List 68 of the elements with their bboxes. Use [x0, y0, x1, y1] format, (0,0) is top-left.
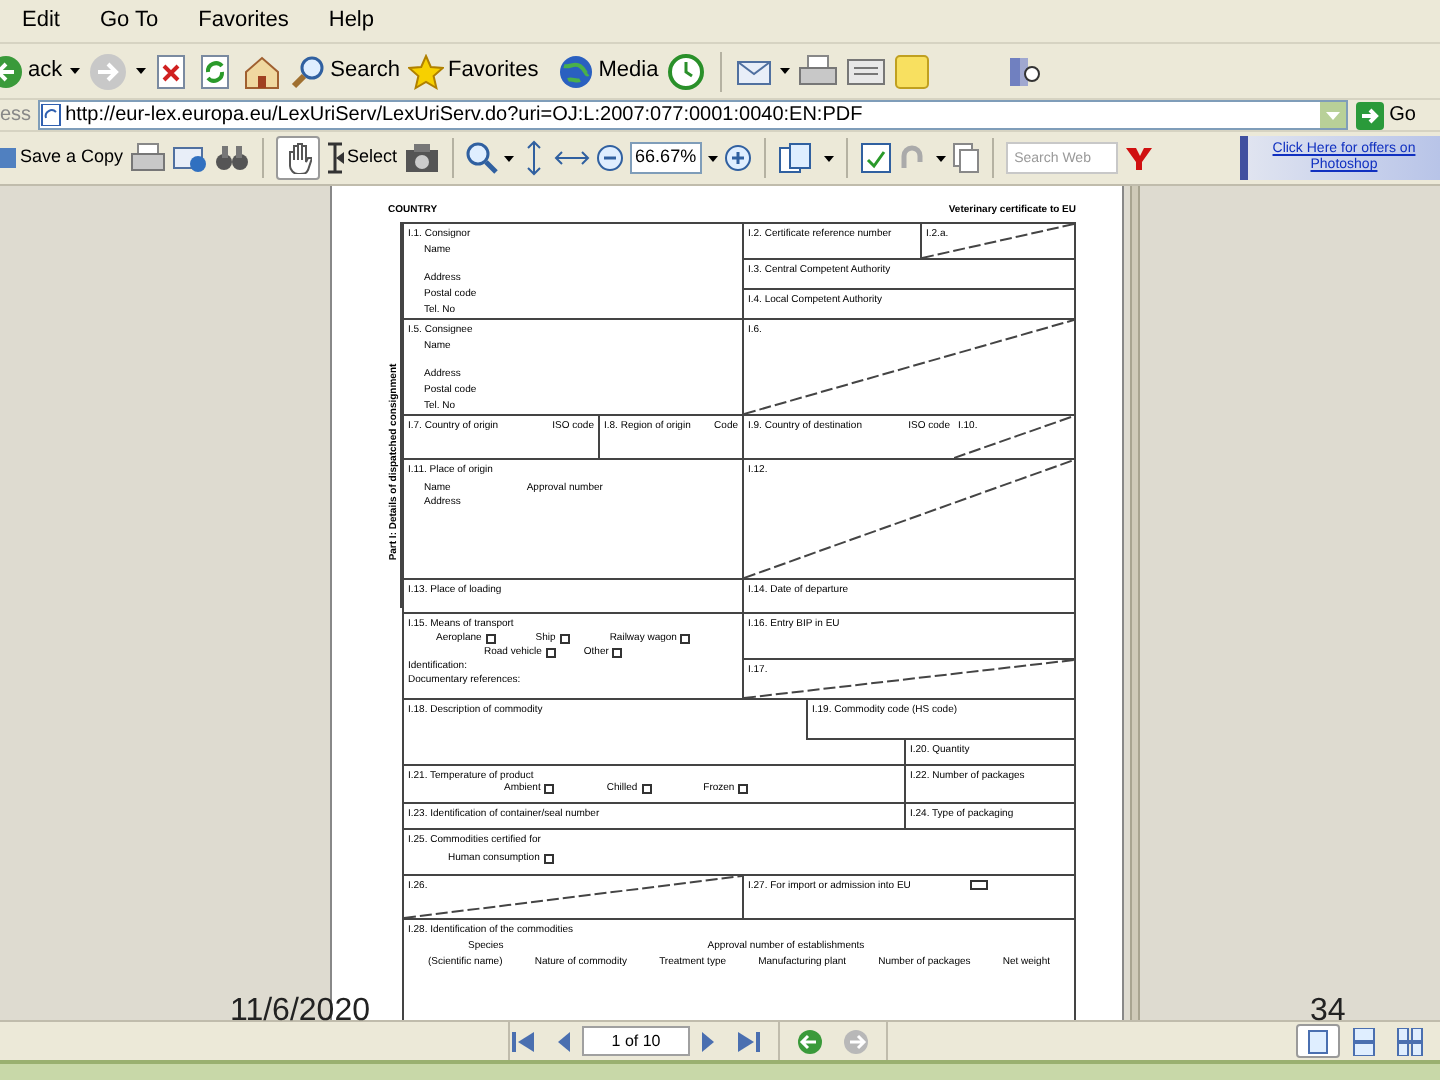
menu-item[interactable]: Help — [326, 4, 376, 38]
hand-tool-button[interactable] — [275, 136, 320, 180]
checkbox[interactable] — [559, 633, 570, 643]
hand-icon — [283, 142, 312, 174]
back-arrow-icon[interactable] — [796, 1027, 824, 1055]
zoom-field[interactable]: 66.67% — [629, 142, 703, 174]
checkbox[interactable] — [970, 880, 989, 890]
globe-icon — [558, 53, 595, 89]
save-copy-button[interactable]: Save a Copy — [0, 144, 124, 172]
slide-date: 11/6/2020 — [230, 992, 370, 1032]
stop-icon[interactable] — [154, 53, 191, 89]
first-page-icon[interactable] — [510, 1029, 538, 1053]
caret-icon[interactable] — [936, 155, 947, 161]
search-button[interactable]: Search — [290, 53, 400, 89]
slide-number: 34 — [1310, 992, 1346, 1032]
single-page-icon — [1308, 1029, 1328, 1053]
checkbox[interactable] — [543, 853, 554, 863]
caret-icon[interactable] — [70, 68, 81, 74]
history-icon[interactable] — [666, 51, 707, 91]
menu-item[interactable]: Go To — [97, 4, 161, 38]
checkbox[interactable] — [641, 783, 652, 793]
search-icon — [290, 53, 327, 89]
address-field[interactable]: http://eur-lex.europa.eu/LexUriServ/LexUriServ.do?uri=OJ:L:2007:077:0001:0040:EN:PDF — [37, 100, 1348, 130]
printer-icon[interactable] — [129, 142, 166, 174]
edit-icon[interactable] — [846, 55, 887, 87]
spell-check-icon[interactable] — [860, 142, 893, 174]
caret-icon[interactable] — [503, 155, 514, 161]
camera-icon[interactable] — [403, 142, 440, 174]
menu-item[interactable]: Edit — [20, 4, 62, 38]
select-button[interactable]: Select — [325, 142, 398, 174]
checkbox[interactable] — [544, 783, 555, 793]
zoom-in-icon[interactable] — [724, 144, 753, 172]
back-button[interactable]: ack — [0, 53, 63, 89]
zoom-icon[interactable] — [465, 142, 498, 174]
research-icon[interactable] — [1006, 53, 1043, 89]
facing-pages-icon[interactable] — [1396, 1027, 1424, 1055]
caret-icon[interactable] — [824, 155, 835, 161]
favorites-button[interactable]: Favorites — [407, 53, 539, 89]
continuous-page-icon[interactable] — [1352, 1027, 1376, 1055]
refresh-icon[interactable] — [198, 53, 235, 89]
caret-icon[interactable] — [780, 68, 791, 74]
checkbox[interactable] — [680, 633, 691, 643]
page-number-field[interactable]: 1 of 10 — [582, 1026, 690, 1056]
caret-icon[interactable] — [136, 68, 147, 74]
address-label: ess — [0, 102, 32, 130]
star-icon — [407, 53, 444, 89]
email-icon[interactable] — [171, 142, 208, 174]
last-page-icon[interactable] — [734, 1029, 762, 1053]
yahoo-logo-icon[interactable] — [1124, 144, 1157, 172]
arrow-right-icon — [1355, 101, 1384, 129]
menu-item[interactable]: Favorites — [196, 4, 291, 38]
checkbox[interactable] — [545, 647, 556, 657]
home-icon[interactable] — [242, 53, 283, 89]
single-page-button[interactable] — [1296, 1024, 1340, 1058]
page-icon — [39, 104, 62, 126]
caret-icon[interactable] — [708, 155, 719, 161]
next-page-icon[interactable] — [698, 1029, 718, 1053]
go-button[interactable]: Go — [1355, 100, 1416, 130]
media-button[interactable]: Media — [558, 53, 659, 89]
binoculars-icon[interactable] — [213, 142, 250, 174]
previous-page-icon[interactable] — [554, 1029, 574, 1053]
zoom-out-icon[interactable] — [595, 144, 624, 172]
printer-icon[interactable] — [798, 53, 839, 89]
text-cursor-icon — [325, 142, 344, 174]
checkbox[interactable] — [738, 783, 749, 793]
checkbox[interactable] — [612, 647, 623, 657]
mail-icon[interactable] — [736, 55, 773, 87]
checkbox[interactable] — [485, 633, 496, 643]
